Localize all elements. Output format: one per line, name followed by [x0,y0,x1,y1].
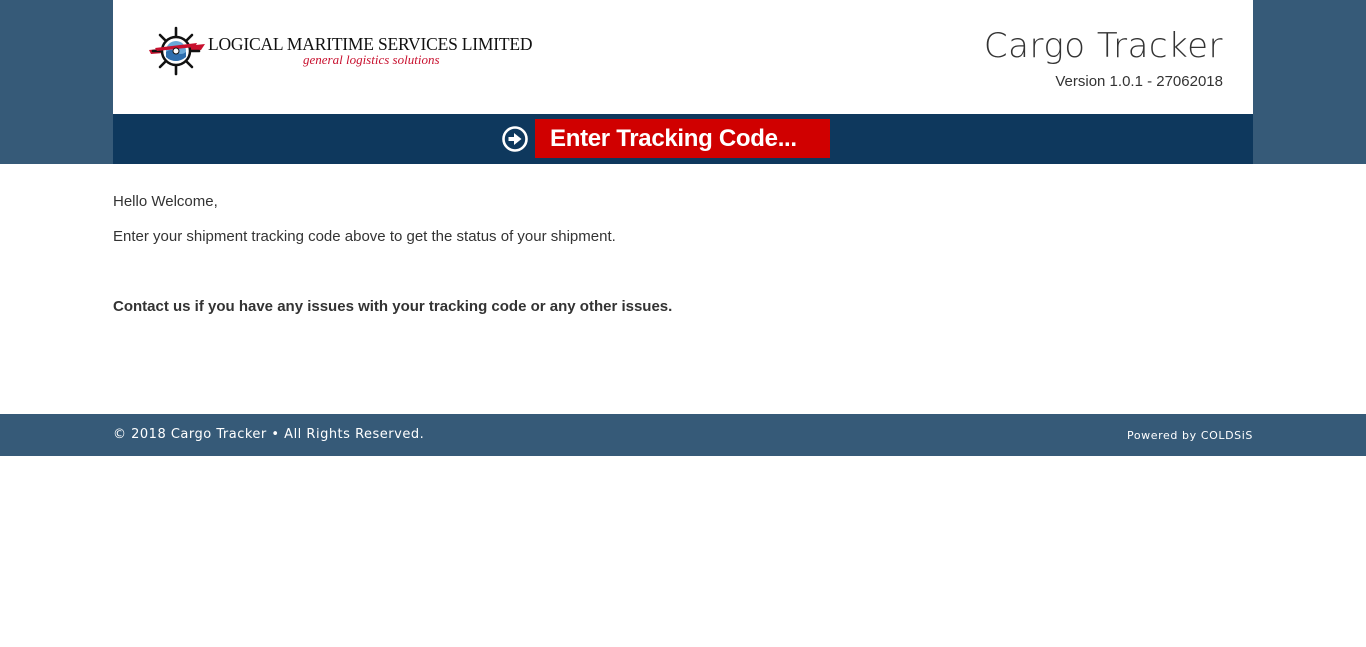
footer: © 2018 Cargo Tracker • All Rights Reserv… [0,414,1366,456]
company-tagline: general logistics solutions [303,52,440,67]
company-logo: LOGICAL MARITIME SERVICES LIMITED genera… [147,26,547,78]
header: LOGICAL MARITIME SERVICES LIMITED genera… [113,0,1253,114]
app-version: Version 1.0.1 - 27062018 [1055,73,1223,90]
tracking-code-input[interactable] [535,119,830,158]
tracking-bar [113,114,1253,164]
arrow-circle-right-icon[interactable] [502,126,528,152]
greeting-text: Hello Welcome, [113,193,218,210]
contact-text: Contact us if you have any issues with y… [113,298,673,315]
app-title: Cargo Tracker [983,26,1223,66]
powered-by-link[interactable]: Powered by COLDSiS [1127,429,1253,442]
instruction-text: Enter your shipment tracking code above … [113,228,616,245]
copyright-text: © 2018 Cargo Tracker • All Rights Reserv… [113,427,425,442]
ship-wheel-icon [149,26,205,76]
